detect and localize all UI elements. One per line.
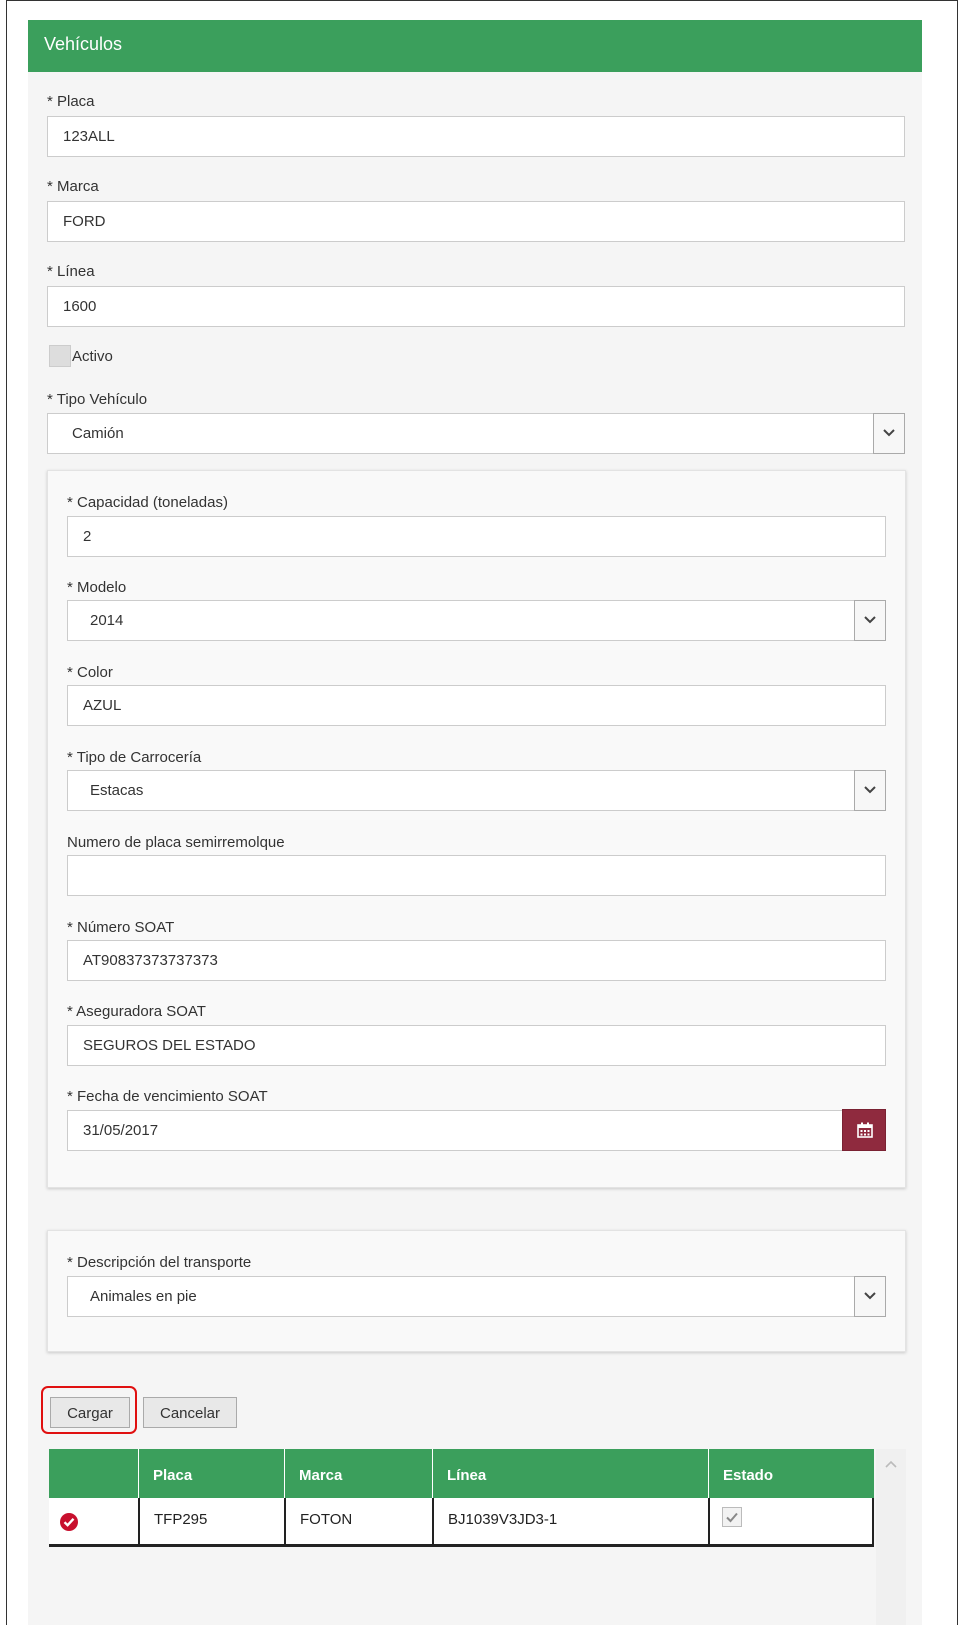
linea-input[interactable]: 1600 [47, 286, 905, 327]
detalle-subpanel [47, 470, 906, 1188]
modelo-value: 2014 [90, 612, 124, 629]
calendar-icon [857, 1122, 873, 1138]
table-scrollbar[interactable] [876, 1449, 906, 1625]
placa-label: * Placa [47, 93, 95, 110]
carroceria-value: Estacas [90, 782, 144, 799]
table-row[interactable]: TFP295 FOTON BJ1039V3JD3-1 [49, 1498, 874, 1547]
cancelar-button[interactable]: Cancelar [143, 1397, 237, 1428]
table-header-select [49, 1449, 138, 1498]
transporte-value: Animales en pie [90, 1288, 197, 1305]
numero-soat-input[interactable]: AT90837373737373 [67, 940, 886, 981]
modelo-label: * Modelo [67, 579, 127, 596]
calendar-button[interactable] [842, 1109, 886, 1151]
activo-checkbox[interactable] [49, 345, 71, 367]
marca-label: * Marca [47, 178, 99, 195]
semirremolque-label: Numero de placa semirremolque [67, 834, 285, 851]
checkmark-icon [726, 1512, 738, 1523]
fecha-soat-input[interactable]: 31/05/2017 [67, 1110, 843, 1151]
placa-input[interactable]: 123ALL [47, 116, 905, 157]
chevron-down-icon[interactable] [854, 1276, 886, 1317]
chevron-down-icon[interactable] [854, 600, 886, 641]
table-header-estado[interactable]: Estado [708, 1449, 874, 1498]
tipo-vehiculo-select[interactable]: Camión [47, 413, 905, 454]
row-marca: FOTON [284, 1498, 432, 1544]
tipo-vehiculo-label: * Tipo Vehículo [47, 391, 148, 408]
modelo-select[interactable]: 2014 [67, 600, 886, 641]
panel-title: Vehículos [28, 20, 922, 72]
chevron-down-icon[interactable] [854, 770, 886, 811]
table-header-linea[interactable]: Línea [432, 1449, 708, 1498]
row-linea: BJ1039V3JD3-1 [432, 1498, 708, 1544]
aseguradora-soat-label: * Aseguradora SOAT [67, 1003, 206, 1020]
estado-checkbox [722, 1507, 742, 1527]
semirremolque-input[interactable] [67, 855, 886, 896]
fecha-soat-label: * Fecha de vencimiento SOAT [67, 1088, 268, 1105]
linea-label: * Línea [47, 263, 95, 280]
cargar-button[interactable]: Cargar [50, 1397, 130, 1428]
capacidad-input[interactable]: 2 [67, 516, 886, 557]
row-select-cell[interactable] [49, 1498, 138, 1544]
tipo-vehiculo-value: Camión [72, 425, 124, 442]
row-estado [708, 1498, 872, 1544]
marca-input[interactable]: FORD [47, 201, 905, 242]
table-header-row: Placa Marca Línea Estado [49, 1449, 874, 1498]
table-header-placa[interactable]: Placa [138, 1449, 284, 1498]
check-circle-icon[interactable] [59, 1512, 79, 1532]
chevron-down-icon[interactable] [873, 413, 905, 454]
transporte-label: * Descripción del transporte [67, 1254, 252, 1271]
capacidad-label: * Capacidad (toneladas) [67, 494, 228, 511]
carroceria-select[interactable]: Estacas [67, 770, 886, 811]
color-input[interactable]: AZUL [67, 685, 886, 726]
row-placa: TFP295 [138, 1498, 284, 1544]
aseguradora-soat-input[interactable]: SEGUROS DEL ESTADO [67, 1025, 886, 1066]
color-label: * Color [67, 664, 113, 681]
numero-soat-label: * Número SOAT [67, 919, 175, 936]
carroceria-label: * Tipo de Carrocería [67, 749, 202, 766]
transporte-select[interactable]: Animales en pie [67, 1276, 886, 1317]
activo-label: Activo [72, 348, 113, 365]
chevron-up-icon[interactable] [884, 1459, 898, 1469]
table-header-marca[interactable]: Marca [284, 1449, 432, 1498]
